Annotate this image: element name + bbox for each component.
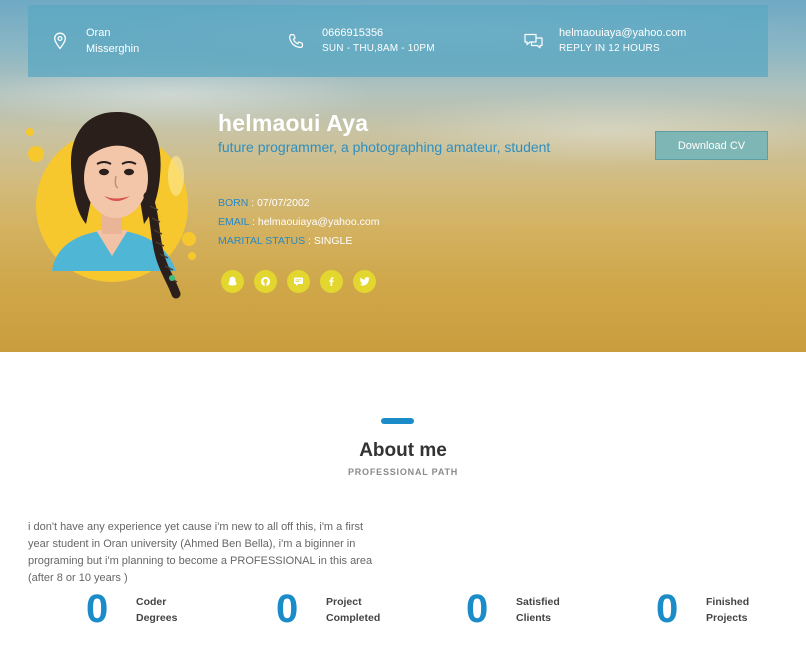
email-label: EMAIL: [218, 216, 250, 228]
avatar: [26, 106, 201, 301]
location-city: Oran: [86, 27, 111, 39]
email-address[interactable]: helmaouiaya@yahoo.com: [559, 25, 686, 41]
contact-location: Oran Misserghin: [50, 5, 139, 77]
email-reply-time: REPLY IN 12 HOURS: [559, 43, 660, 54]
social-links: [221, 270, 386, 293]
about-subtitle: PROFESSIONAL PATH: [347, 467, 459, 477]
stat-label-line1: Project: [326, 595, 362, 608]
stat-value: 0: [466, 587, 489, 631]
contact-bar: Oran Misserghin 0666915356 SUN - THU,8AM…: [28, 5, 768, 77]
phone-number[interactable]: 0666915356: [322, 25, 435, 41]
hero-banner: Oran Misserghin 0666915356 SUN - THU,8AM…: [0, 0, 806, 352]
born-value: : 07/07/2002: [248, 197, 310, 209]
contact-email: helmaouiaya@yahoo.com REPLY IN 12 HOURS: [523, 5, 686, 77]
chat-bubbles-icon: [523, 31, 543, 51]
born-label: BORN: [218, 197, 249, 209]
email-value: : helmaouiaya@yahoo.com: [249, 216, 380, 228]
stat-label-line1: Finished: [706, 595, 750, 608]
info-email: EMAIL : helmaouiaya@yahoo.com: [218, 216, 379, 228]
contact-phone: 0666915356 SUN - THU,8AM - 10PM: [286, 5, 435, 77]
stat-label-line2: Clients: [516, 611, 552, 624]
location-pin-icon: [50, 31, 70, 51]
stat-satisfied-clients: 0 Satisfied Clients: [466, 587, 560, 632]
stat-value: 0: [276, 587, 299, 631]
phone-icon: [286, 31, 306, 51]
location-area: Misserghin: [86, 43, 140, 55]
profile-tagline: future programmer, a photographing amate…: [218, 139, 551, 155]
stat-project-completed: 0 Project Completed: [276, 587, 380, 632]
message-icon[interactable]: [287, 270, 310, 293]
stat-value: 0: [86, 587, 109, 631]
github-icon[interactable]: [254, 270, 277, 293]
info-marital: MARITAL STATUS : SINGLE: [218, 235, 352, 247]
marital-label: MARITAL STATUS: [218, 235, 306, 247]
stat-coder-degrees: 0 Coder Degrees: [86, 587, 177, 632]
stat-finished-projects: 0 Finished Projects: [656, 587, 749, 632]
stat-label-line2: Degrees: [136, 611, 178, 624]
section-accent-bar: [381, 418, 414, 424]
twitter-icon[interactable]: [353, 270, 376, 293]
about-title: About me: [359, 440, 447, 461]
profile-name: helmaoui Aya: [218, 110, 369, 136]
facebook-icon[interactable]: [320, 270, 343, 293]
marital-value: : SINGLE: [305, 235, 353, 247]
snapchat-icon[interactable]: [221, 270, 244, 293]
stat-label-line2: Completed: [326, 611, 381, 624]
stat-value: 0: [656, 587, 679, 631]
stat-label-line1: Satisfied: [516, 595, 560, 608]
stat-label-line1: Coder: [136, 595, 167, 608]
stat-label-line2: Projects: [706, 611, 748, 624]
info-born: BORN : 07/07/2002: [218, 197, 310, 209]
download-cv-button[interactable]: Download CV: [655, 131, 768, 160]
about-text: i don't have any experience yet cause i'…: [28, 521, 373, 584]
phone-hours: SUN - THU,8AM - 10PM: [322, 43, 435, 54]
